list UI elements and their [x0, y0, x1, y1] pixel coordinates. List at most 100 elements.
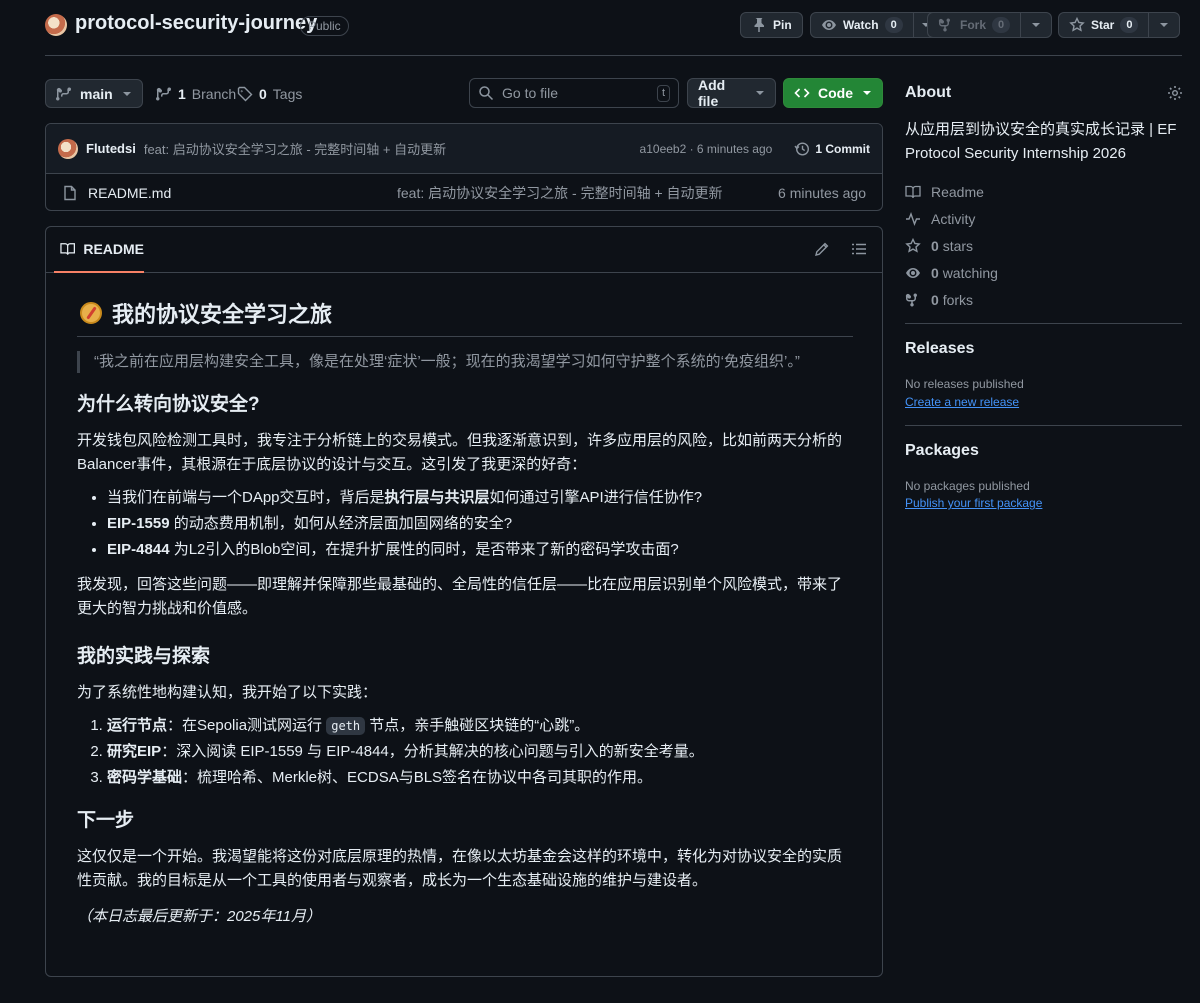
list-item: 密码学基础：梳理哈希、Merkle树、ECDSA与BLS签名在协议中各司其职的作…: [107, 765, 853, 791]
compass-emoji-icon: [80, 301, 102, 324]
latest-commit-bar: Flutedsi feat: 启动协议安全学习之旅 - 完整时间轴 + 自动更新…: [46, 124, 882, 174]
branches-link[interactable]: 1 Branch: [156, 86, 236, 102]
pencil-icon[interactable]: [814, 241, 830, 257]
paragraph-discovery: 我发现，回答这些问题——即理解并保障那些最基础的、全局性的信任层——比在应用层识…: [77, 576, 843, 617]
fork-dropdown[interactable]: [1021, 13, 1051, 37]
star-dropdown[interactable]: [1149, 13, 1179, 37]
practice-list: 运行节点：在Sepolia测试网运行 geth 节点，亲手触碰区块链的“心跳”。…: [77, 713, 853, 791]
releases-heading[interactable]: Releases: [905, 340, 974, 358]
branch-count: 1: [178, 86, 186, 102]
outline-list-icon[interactable]: [851, 241, 867, 257]
heading-next: 下一步: [77, 810, 135, 831]
update-note: （本日志最后更新于：2025年11月）: [77, 908, 321, 925]
sidebar-item-label: watching: [942, 264, 998, 281]
star-count: 0: [1120, 17, 1139, 33]
list-item: 运行节点：在Sepolia测试网运行 geth 节点，亲手触碰区块链的“心跳”。: [107, 713, 853, 739]
go-to-file-input[interactable]: Go to file t: [469, 78, 679, 108]
watch-button[interactable]: Watch 0: [810, 12, 939, 38]
repo-name[interactable]: protocol-security-journey: [75, 12, 317, 35]
list-item: 研究EIP：深入阅读 EIP-1559 与 EIP-4844，分析其解决的核心问…: [107, 739, 853, 765]
paragraph-why: 开发钱包风险检测工具时，我专注于分析链上的交易模式。但我逐渐意识到，许多应用层的…: [77, 432, 843, 473]
forks-count: 0: [931, 291, 939, 308]
sidebar-item-label: forks: [942, 291, 974, 308]
star-button[interactable]: Star 0: [1058, 12, 1181, 38]
sidebar-item-stars[interactable]: 0 stars: [905, 232, 1175, 259]
header-divider: [45, 55, 1182, 56]
fork-label: Fork: [960, 18, 987, 32]
pin-button[interactable]: Pin: [740, 12, 803, 38]
tags-link[interactable]: 0 Tags: [237, 86, 302, 102]
commit-author[interactable]: Flutedsi: [86, 141, 136, 156]
packages-heading[interactable]: Packages: [905, 442, 979, 460]
about-heading: About: [905, 84, 952, 101]
caret-down-icon: [863, 91, 871, 95]
visibility-badge: Public: [300, 16, 349, 36]
fork-count: 0: [992, 17, 1011, 33]
readme-tabbar: README: [46, 227, 882, 273]
add-file-button[interactable]: Add file: [687, 77, 776, 109]
paragraph-next: 这仅仅是一个开始。我渴望能将这份对底层原理的热情，在像以太坊基金会这样的环境中，…: [77, 848, 843, 889]
list-item: EIP-4844 为L2引入的Blob空间，在提升扩展性的同时，是否带来了新的密…: [107, 537, 853, 563]
star-icon: [905, 237, 921, 253]
heading-practice: 我的实践与探索: [77, 646, 211, 667]
branch-name: main: [80, 85, 113, 102]
code-icon: [794, 88, 810, 98]
readme-panel: README 我的协议安全学习之旅 “我之前在应用层构建安全工具，像是在处理‘症…: [45, 226, 883, 977]
heading-why: 为什么转向协议安全?: [77, 394, 260, 415]
code-button[interactable]: Code: [783, 78, 883, 108]
commit-message[interactable]: feat: 启动协议安全学习之旅 - 完整时间轴 + 自动更新: [144, 139, 446, 158]
tag-label: Tags: [272, 86, 303, 102]
gear-icon[interactable]: [1167, 85, 1183, 101]
readme-title-text: 我的协议安全学习之旅: [112, 301, 333, 327]
readme-tab-label: README: [83, 241, 144, 257]
book-icon: [60, 243, 75, 255]
author-avatar[interactable]: [58, 138, 78, 159]
sidebar-item-label: Readme: [931, 183, 984, 200]
pin-label: Pin: [773, 18, 792, 32]
file-row[interactable]: README.md feat: 启动协议安全学习之旅 - 完整时间轴 + 自动更…: [46, 174, 882, 210]
tab-readme[interactable]: README: [54, 227, 144, 273]
caret-down-icon: [1032, 23, 1041, 27]
watch-count: 0: [884, 17, 903, 33]
fork-icon: [905, 292, 917, 307]
pin-icon: [754, 18, 764, 32]
file-name[interactable]: README.md: [88, 185, 171, 201]
sidebar-item-watching[interactable]: 0 watching: [905, 259, 1175, 286]
create-release-link[interactable]: Create a new release: [905, 395, 1019, 409]
file-commit-message[interactable]: feat: 启动协议安全学习之旅 - 完整时间轴 + 自动更新: [397, 183, 723, 203]
sidebar-divider: [905, 425, 1182, 426]
branch-selector[interactable]: main: [45, 79, 143, 108]
commits-link[interactable]: 1 Commit: [794, 141, 870, 157]
history-icon: [794, 141, 810, 156]
question-list: 当我们在前端与一个DApp交互时，背后是执行层与共识层如何通过引擎API进行信任…: [77, 485, 853, 563]
sidebar-item-readme[interactable]: Readme: [905, 178, 1175, 205]
releases-empty-text: No releases published: [905, 377, 1024, 391]
inline-code: geth: [326, 717, 366, 735]
commit-count: 1 Commit: [815, 141, 870, 156]
watching-count: 0: [931, 264, 939, 281]
sidebar-item-activity[interactable]: Activity: [905, 205, 1175, 232]
readme-title: 我的协议安全学习之旅: [77, 289, 853, 337]
caret-down-icon: [1160, 23, 1169, 27]
file-browser: Flutedsi feat: 启动协议安全学习之旅 - 完整时间轴 + 自动更新…: [45, 123, 883, 211]
branch-icon: [56, 86, 71, 101]
caret-down-icon: [123, 91, 131, 96]
watch-label: Watch: [843, 18, 879, 32]
owner-avatar[interactable]: [45, 14, 67, 36]
sidebar-item-forks[interactable]: 0 forks: [905, 286, 1175, 313]
branch-label: Branch: [191, 86, 237, 102]
publish-package-link[interactable]: Publish your first package: [905, 496, 1042, 510]
search-icon: [479, 86, 494, 101]
eye-icon: [822, 20, 836, 30]
stars-count: 0: [931, 237, 939, 254]
sidebar-divider: [905, 323, 1182, 324]
tag-count: 0: [259, 86, 267, 102]
eye-icon: [906, 267, 920, 278]
sidebar-item-label: stars: [942, 237, 974, 254]
star-icon: [1069, 17, 1085, 32]
fork-button[interactable]: Fork 0: [927, 12, 1053, 38]
list-item: 当我们在前端与一个DApp交互时，背后是执行层与共识层如何通过引擎API进行信任…: [107, 485, 853, 511]
caret-down-icon: [756, 91, 765, 95]
commit-hash-time[interactable]: a10eeb2 · 6 minutes ago: [640, 142, 773, 156]
book-icon: [905, 185, 921, 198]
